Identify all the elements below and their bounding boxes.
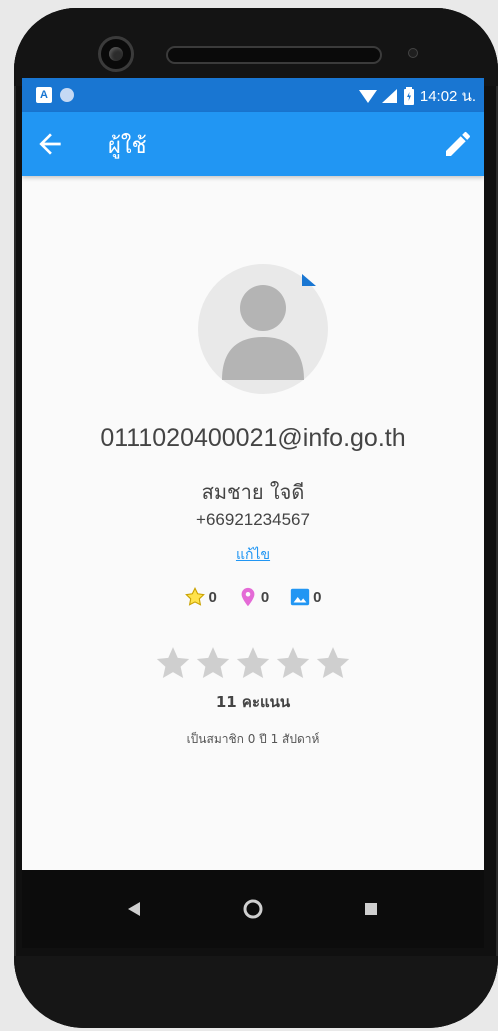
status-left-icons: A — [36, 87, 74, 103]
battery-icon — [403, 87, 414, 105]
places-count[interactable]: 0 — [237, 586, 269, 608]
a-notification-icon: A — [36, 87, 52, 103]
status-bar: A 14:02 น. — [22, 78, 484, 112]
rating-stars — [22, 644, 484, 682]
nav-recents-button[interactable] — [356, 894, 386, 924]
edit-profile-button[interactable] — [442, 128, 474, 160]
star-outline-icon — [185, 587, 206, 606]
pencil-icon — [446, 131, 470, 156]
system-nav-bar — [22, 870, 484, 948]
page-title: ผู้ใช้ — [108, 134, 147, 159]
square-recents-icon — [365, 903, 377, 915]
star-empty-icon — [316, 647, 350, 679]
camera-icon — [98, 36, 134, 72]
star-empty-icon — [196, 647, 230, 679]
wifi-icon — [358, 90, 377, 103]
nav-back-button[interactable] — [120, 894, 150, 924]
star-empty-icon — [276, 647, 310, 679]
circle-home-icon — [243, 899, 263, 919]
avatar-corner-badge-icon[interactable] — [298, 272, 320, 294]
favorites-count[interactable]: 0 — [184, 586, 217, 608]
user-phone: +66921234567 — [196, 510, 310, 529]
nav-home-button[interactable] — [238, 894, 268, 924]
signal-icon — [381, 89, 397, 103]
star-empty-icon — [156, 647, 190, 679]
speaker-grille — [166, 46, 382, 64]
triangle-back-icon — [128, 902, 140, 916]
edit-profile-link[interactable]: แก้ไข — [22, 544, 484, 566]
membership-duration: เป็นสมาชิก 0 ปี 1 สัปดาห์ — [186, 732, 320, 746]
status-right: 14:02 น. — [358, 84, 476, 108]
user-email: 0111020400021@info.go.th — [100, 424, 406, 452]
dot-notification-icon — [60, 88, 74, 102]
screen: A 14:02 น. ผู้ใช้ 0111020400021@info.go.… — [22, 78, 484, 948]
star-empty-icon — [236, 647, 270, 679]
places-count-value: 0 — [260, 588, 270, 606]
status-time: 14:02 น. — [419, 88, 476, 105]
favorites-count-value: 0 — [208, 588, 217, 606]
activity-counts: 0 0 0 — [22, 586, 484, 608]
score-text: 11 คะแนน — [215, 693, 291, 711]
location-pin-icon — [241, 587, 255, 607]
user-full-name: สมชาย ใจดี — [201, 480, 305, 504]
back-button[interactable] — [34, 128, 66, 160]
avatar[interactable] — [198, 264, 328, 394]
phone-chin — [14, 956, 498, 1028]
photos-count[interactable]: 0 — [289, 586, 322, 608]
page: A 14:02 น. ผู้ใช้ 0111020400021@info.go.… — [0, 0, 498, 1031]
app-bar: ผู้ใช้ — [22, 112, 484, 176]
photos-count-value: 0 — [313, 588, 322, 606]
image-icon — [291, 588, 310, 606]
arrow-back-icon — [39, 133, 61, 155]
sensor-icon — [408, 48, 418, 58]
